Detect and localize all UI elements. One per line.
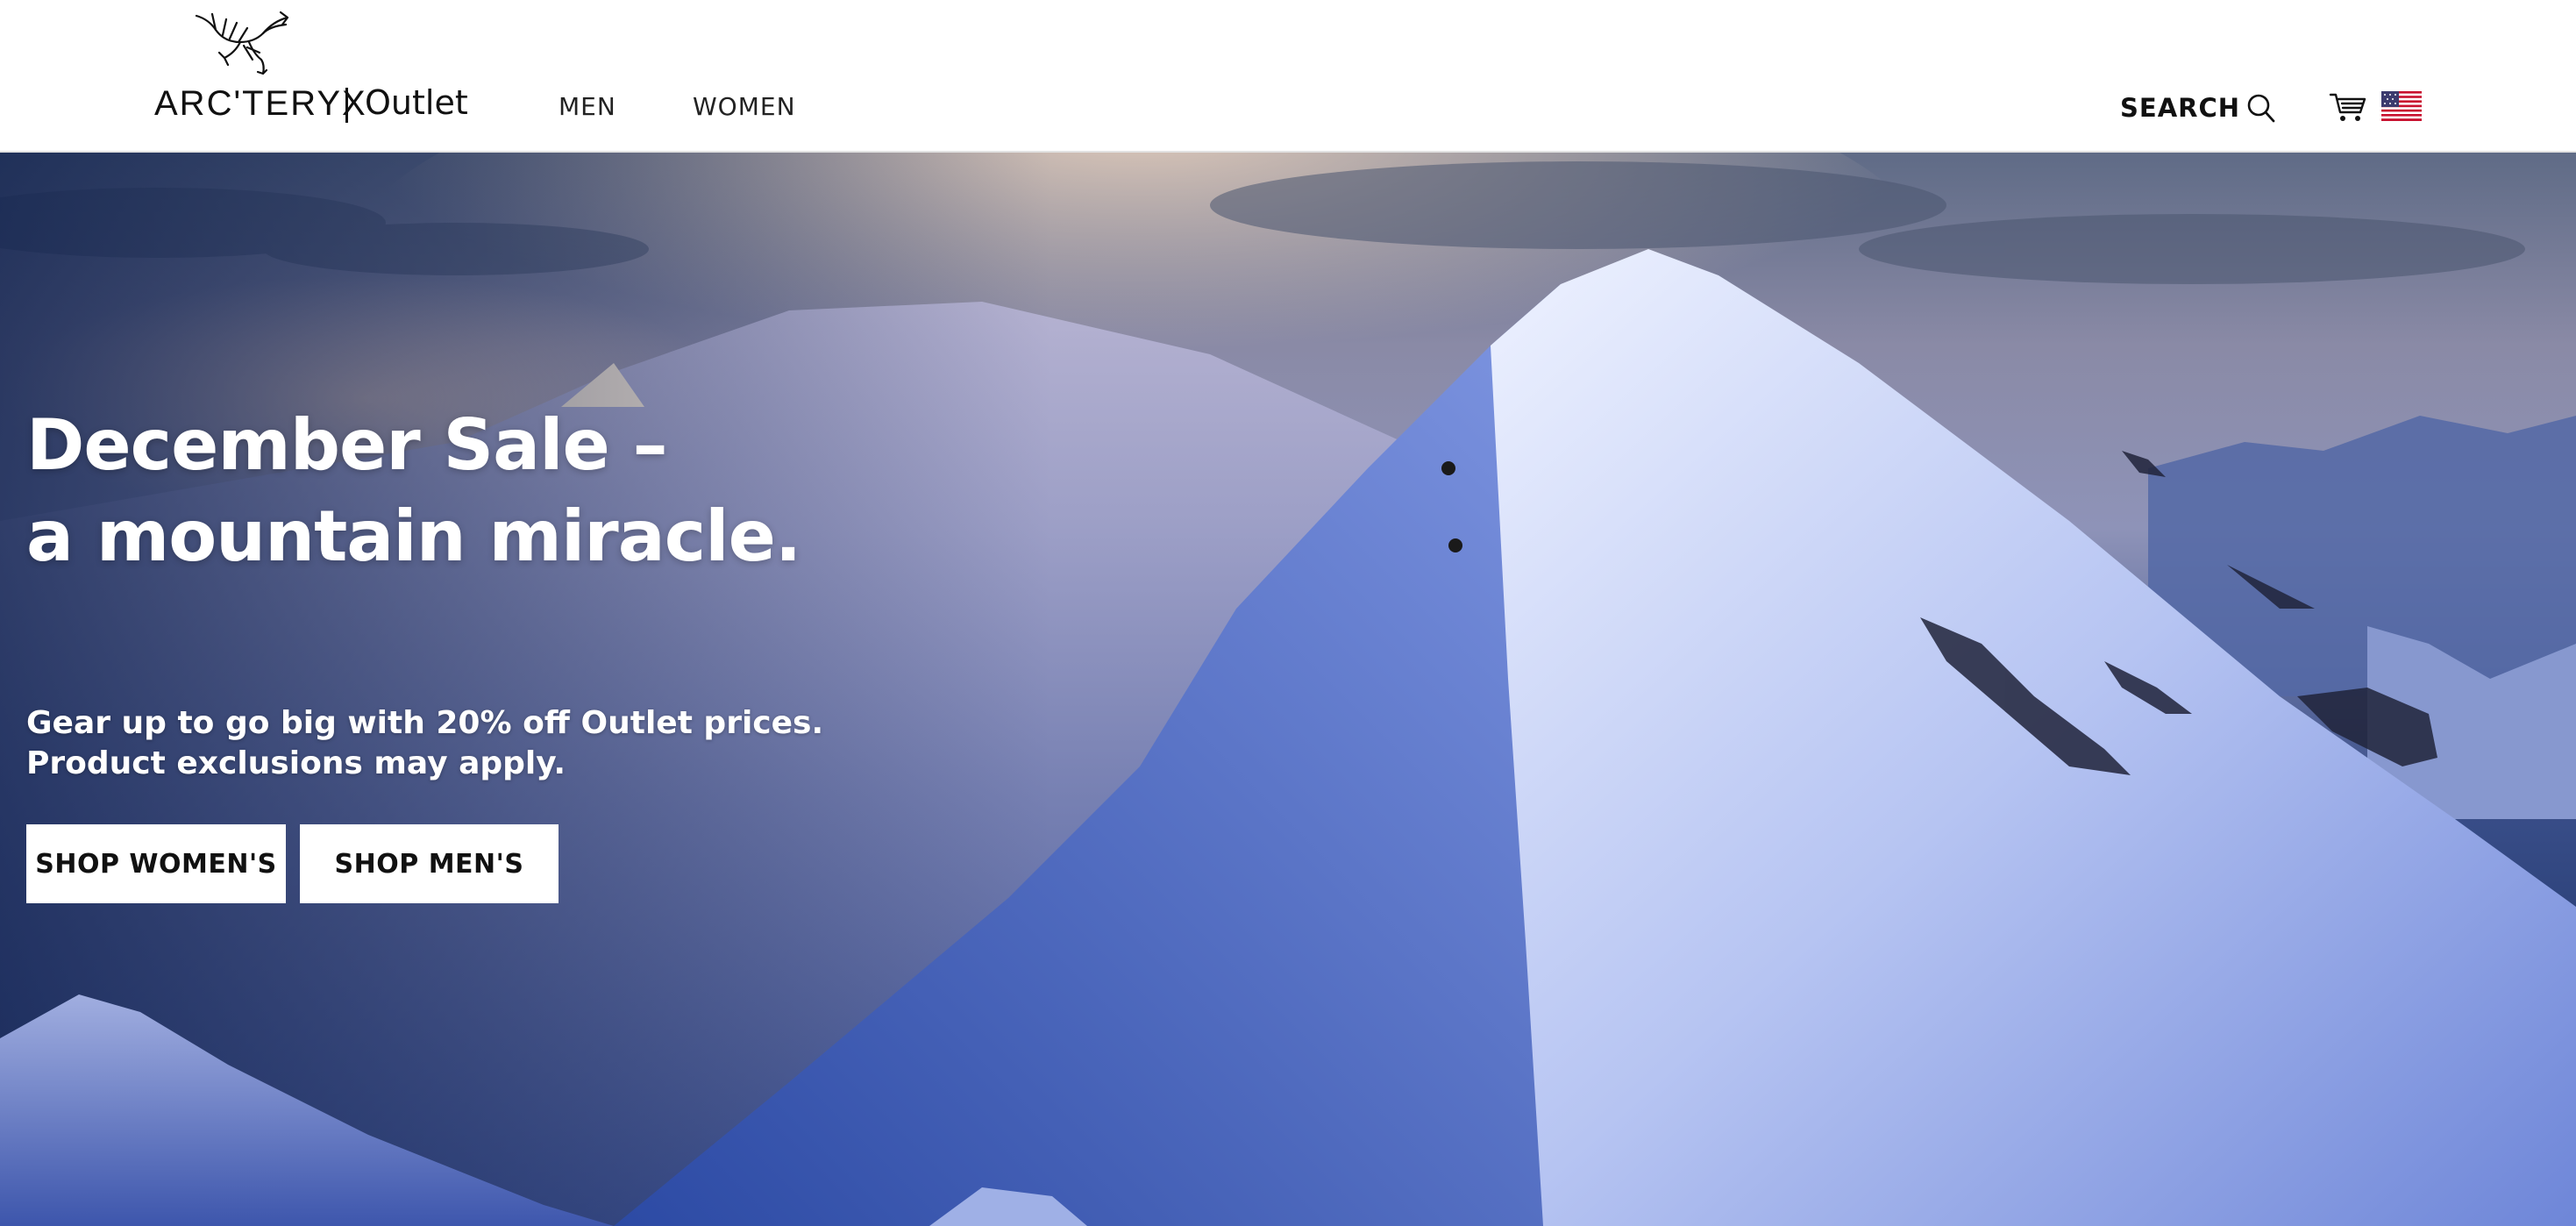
nav-women[interactable]: WOMEN (693, 95, 796, 119)
nav-men[interactable]: MEN (559, 95, 616, 119)
hero-subtitle-line-2: Product exclusions may apply. (26, 745, 566, 781)
cart-icon[interactable] (2329, 91, 2367, 123)
hero-title: December Sale – a mountain miracle. (26, 400, 801, 582)
archaeopteryx-logo-icon (195, 11, 289, 75)
hero-banner: December Sale – a mountain miracle. Gear… (0, 153, 2576, 1226)
hero-subtitle-line-1: Gear up to go big with 20% off Outlet pr… (26, 705, 824, 741)
search-icon (2247, 94, 2275, 123)
brand-wordmark: ARC'TERYX (154, 84, 367, 123)
shop-womens-button[interactable]: SHOP WOMEN'S (26, 824, 286, 903)
hero-mountain-image (0, 153, 2576, 1226)
brand-logo[interactable]: ARC'TERYX Outlet (154, 7, 468, 130)
search-label: SEARCH (2120, 92, 2241, 123)
hero-subtitle: Gear up to go big with 20% off Outlet pr… (26, 703, 823, 784)
outlet-label: Outlet (365, 83, 468, 122)
site-header: ARC'TERYX Outlet MEN WOMEN SEARCH (0, 0, 2576, 153)
search-button[interactable]: SEARCH (2120, 93, 2275, 123)
logo-divider (345, 88, 348, 123)
hero-title-line-1: December Sale – (26, 404, 668, 486)
hero-title-line-2: a mountain miracle. (26, 495, 801, 577)
shop-mens-button[interactable]: SHOP MEN'S (300, 824, 559, 903)
us-flag-icon[interactable] (2381, 91, 2422, 121)
